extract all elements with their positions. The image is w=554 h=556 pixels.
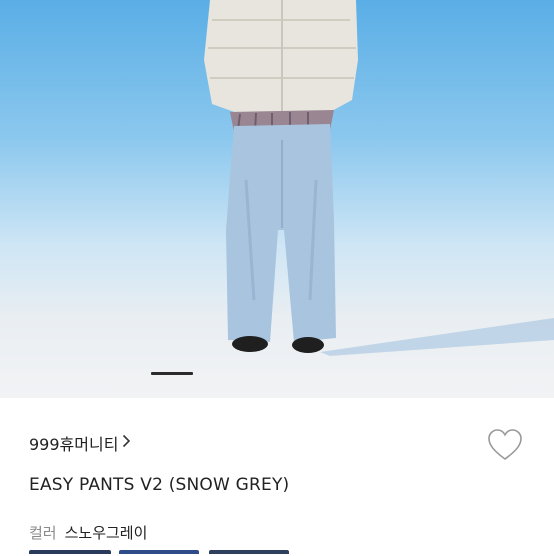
color-label: 컬러	[29, 524, 57, 542]
brand-link[interactable]: 999휴머니티	[29, 432, 131, 454]
color-swatch[interactable]	[209, 550, 289, 554]
color-swatches	[29, 550, 529, 556]
color-option-row: 컬러 스노우그레이	[29, 522, 147, 543]
heart-outline-icon	[486, 429, 524, 467]
color-swatch[interactable]	[29, 550, 111, 554]
wishlist-button[interactable]	[486, 427, 524, 463]
color-value: 스노우그레이	[64, 524, 148, 542]
product-image[interactable]	[0, 0, 554, 398]
color-swatch[interactable]	[119, 550, 199, 554]
product-title: EASY PANTS V2 (SNOW GREY)	[29, 475, 290, 495]
brand-name: 999휴머니티	[29, 435, 119, 454]
carousel-indicator	[151, 372, 193, 375]
model-photo	[204, 0, 554, 356]
chevron-right-icon	[122, 434, 131, 452]
